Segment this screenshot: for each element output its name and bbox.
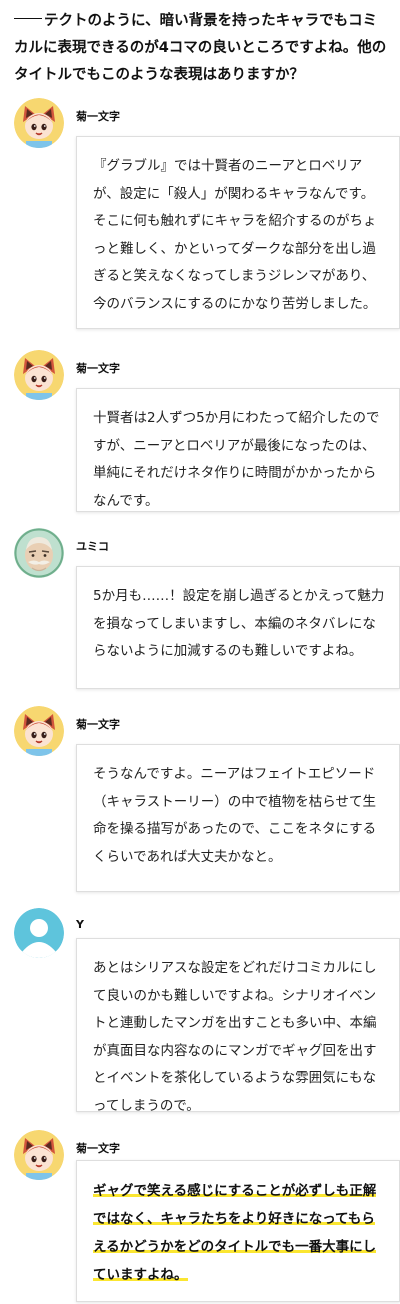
- speech-bubble: そうなんですよ。ニーアはフェイトエピソード（キャラストーリー）の中で植物を枯らせ…: [76, 744, 400, 892]
- speaker-name: 菊一文字: [76, 362, 120, 375]
- fox-girl-avatar: [14, 706, 64, 756]
- speaker-name: 菊一文字: [76, 1142, 120, 1155]
- fox-girl-avatar: [14, 350, 64, 400]
- interview-question: テクトのように、暗い背景を持ったキャラでもコミカルに表現できるのが4コマの良いと…: [14, 8, 388, 89]
- question-text: テクトのように、暗い背景を持ったキャラでもコミカルに表現できるのが4コマの良いと…: [14, 13, 387, 83]
- speech-bubble: 5か月も……！設定を崩し過ぎるとかえって魅力を損なってしまいますし、本編のネタバ…: [76, 566, 400, 689]
- default-user-avatar: [14, 908, 64, 958]
- speech-bubble: 十賢者は2人ずつ5か月にわたって紹介したのですが、ニーアとロベリアが最後になった…: [76, 388, 400, 512]
- em-dash: [14, 17, 42, 19]
- speech-bubble: あとはシリアスな設定をどれだけコミカルにして良いのかも難しいですよね。シナリオイ…: [76, 938, 400, 1114]
- speaker-name: 菊一文字: [76, 110, 120, 123]
- highlighted-text: ギャグで笑える感じにすることが必ずしも正解ではなく、キャラたちをより好きになって…: [93, 1183, 377, 1283]
- speaker-name: Y: [76, 918, 84, 931]
- old-man-avatar: [14, 528, 64, 578]
- speaker-name: 菊一文字: [76, 718, 120, 731]
- speaker-name: ユミコ: [76, 540, 109, 553]
- speech-bubble: 『グラブル』では十賢者のニーアとロベリアが、設定に「殺人」が関わるキャラなんです…: [76, 136, 400, 329]
- speech-bubble-highlighted: ギャグで笑える感じにすることが必ずしも正解ではなく、キャラたちをより好きになって…: [76, 1160, 400, 1302]
- fox-girl-avatar: [14, 1130, 64, 1180]
- fox-girl-avatar: [14, 98, 64, 148]
